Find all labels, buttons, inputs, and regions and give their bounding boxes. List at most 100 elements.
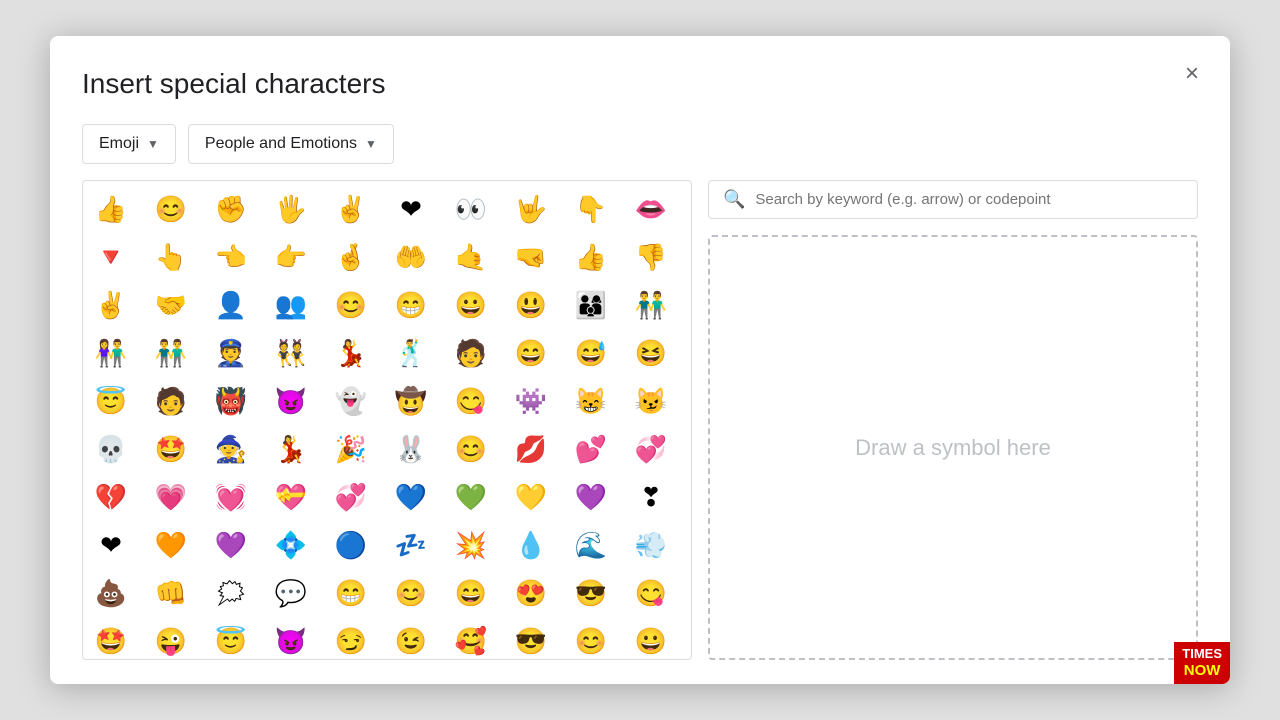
- subcategory-dropdown[interactable]: People and Emotions ▼: [188, 124, 394, 164]
- emoji-cell[interactable]: 😸: [567, 377, 615, 425]
- emoji-cell[interactable]: 😅: [567, 329, 615, 377]
- emoji-cell[interactable]: 👫: [87, 329, 135, 377]
- emoji-cell[interactable]: 👉: [267, 233, 315, 281]
- emoji-cell[interactable]: 🤩: [87, 617, 135, 659]
- emoji-cell[interactable]: 🤩: [147, 425, 195, 473]
- emoji-cell[interactable]: 💤: [387, 521, 435, 569]
- emoji-cell[interactable]: 💋: [507, 425, 555, 473]
- emoji-cell[interactable]: 💃: [327, 329, 375, 377]
- emoji-cell[interactable]: 💔: [87, 473, 135, 521]
- emoji-cell[interactable]: 💓: [207, 473, 255, 521]
- emoji-cell[interactable]: 😈: [267, 617, 315, 659]
- emoji-cell[interactable]: 💕: [567, 425, 615, 473]
- emoji-cell[interactable]: 🕺: [387, 329, 435, 377]
- emoji-grid-wrapper[interactable]: 👍😊✊🖐✌❤👀🤟👇👄🔻👆👈👉🤞🤲🤙🤜👍👎✌🤝👤👥😊😁😀😃👨‍👩‍👦👬👫👬👮👯💃🕺…: [83, 181, 691, 659]
- emoji-cell[interactable]: 🥰: [447, 617, 495, 659]
- emoji-cell[interactable]: 😋: [447, 377, 495, 425]
- emoji-cell[interactable]: 😈: [267, 377, 315, 425]
- emoji-cell[interactable]: 😊: [147, 185, 195, 233]
- emoji-cell[interactable]: 🤠: [387, 377, 435, 425]
- emoji-cell[interactable]: 👬: [147, 329, 195, 377]
- emoji-cell[interactable]: 👾: [507, 377, 555, 425]
- emoji-cell[interactable]: 🤲: [387, 233, 435, 281]
- emoji-cell[interactable]: 😁: [327, 569, 375, 617]
- emoji-cell[interactable]: 😋: [627, 569, 675, 617]
- emoji-cell[interactable]: 😊: [567, 617, 615, 659]
- emoji-cell[interactable]: 👍: [87, 185, 135, 233]
- emoji-cell[interactable]: 👻: [327, 377, 375, 425]
- emoji-cell[interactable]: 👥: [267, 281, 315, 329]
- emoji-cell[interactable]: 😍: [507, 569, 555, 617]
- emoji-cell[interactable]: 😎: [567, 569, 615, 617]
- emoji-cell[interactable]: 🌊: [567, 521, 615, 569]
- emoji-cell[interactable]: 😃: [507, 281, 555, 329]
- emoji-cell[interactable]: 💃: [267, 425, 315, 473]
- emoji-cell[interactable]: 👤: [207, 281, 255, 329]
- emoji-cell[interactable]: 🧡: [147, 521, 195, 569]
- emoji-cell[interactable]: 👍: [567, 233, 615, 281]
- emoji-cell[interactable]: 💠: [267, 521, 315, 569]
- emoji-cell[interactable]: 😏: [327, 617, 375, 659]
- emoji-cell[interactable]: ✊: [207, 185, 255, 233]
- emoji-cell[interactable]: 😉: [387, 617, 435, 659]
- emoji-cell[interactable]: 💚: [447, 473, 495, 521]
- emoji-cell[interactable]: 🤜: [507, 233, 555, 281]
- emoji-cell[interactable]: 🧑: [447, 329, 495, 377]
- emoji-cell[interactable]: 😼: [627, 377, 675, 425]
- emoji-cell[interactable]: 😁: [387, 281, 435, 329]
- emoji-cell[interactable]: 😇: [207, 617, 255, 659]
- emoji-cell[interactable]: 👹: [207, 377, 255, 425]
- emoji-cell[interactable]: 👇: [567, 185, 615, 233]
- emoji-cell[interactable]: 😜: [147, 617, 195, 659]
- emoji-cell[interactable]: 👄: [627, 185, 675, 233]
- emoji-cell[interactable]: 💞: [627, 425, 675, 473]
- emoji-cell[interactable]: 😎: [507, 617, 555, 659]
- emoji-cell[interactable]: 💗: [147, 473, 195, 521]
- emoji-cell[interactable]: 😊: [447, 425, 495, 473]
- emoji-cell[interactable]: 😊: [327, 281, 375, 329]
- emoji-cell[interactable]: 🔵: [327, 521, 375, 569]
- emoji-cell[interactable]: 👈: [207, 233, 255, 281]
- emoji-cell[interactable]: 😆: [627, 329, 675, 377]
- close-button[interactable]: ×: [1174, 56, 1210, 92]
- emoji-cell[interactable]: 🧙: [207, 425, 255, 473]
- emoji-cell[interactable]: 🤟: [507, 185, 555, 233]
- emoji-cell[interactable]: 😀: [447, 281, 495, 329]
- emoji-cell[interactable]: 👊: [147, 569, 195, 617]
- emoji-cell[interactable]: 🖐: [267, 185, 315, 233]
- emoji-cell[interactable]: 😄: [447, 569, 495, 617]
- emoji-cell[interactable]: 💞: [327, 473, 375, 521]
- emoji-cell[interactable]: 💬: [267, 569, 315, 617]
- emoji-cell[interactable]: 👮: [207, 329, 255, 377]
- emoji-cell[interactable]: ❣: [627, 473, 675, 521]
- emoji-cell[interactable]: 👀: [447, 185, 495, 233]
- emoji-cell[interactable]: 💀: [87, 425, 135, 473]
- emoji-cell[interactable]: 🔻: [87, 233, 135, 281]
- emoji-cell[interactable]: 🤙: [447, 233, 495, 281]
- emoji-cell[interactable]: 😀: [627, 617, 675, 659]
- emoji-cell[interactable]: 🤝: [147, 281, 195, 329]
- emoji-cell[interactable]: 💧: [507, 521, 555, 569]
- emoji-cell[interactable]: 💨: [627, 521, 675, 569]
- emoji-cell[interactable]: 🗯: [207, 569, 255, 617]
- emoji-cell[interactable]: 💙: [387, 473, 435, 521]
- emoji-cell[interactable]: 🐰: [387, 425, 435, 473]
- emoji-cell[interactable]: 🎉: [327, 425, 375, 473]
- search-input[interactable]: [755, 191, 1183, 208]
- emoji-cell[interactable]: ✌: [327, 185, 375, 233]
- emoji-cell[interactable]: 💝: [267, 473, 315, 521]
- emoji-cell[interactable]: 😄: [507, 329, 555, 377]
- emoji-cell[interactable]: 😊: [387, 569, 435, 617]
- emoji-cell[interactable]: 👯: [267, 329, 315, 377]
- emoji-cell[interactable]: 🧑: [147, 377, 195, 425]
- emoji-cell[interactable]: 👎: [627, 233, 675, 281]
- draw-area[interactable]: Draw a symbol here: [708, 235, 1198, 660]
- emoji-cell[interactable]: 👨‍👩‍👦: [567, 281, 615, 329]
- emoji-cell[interactable]: 💥: [447, 521, 495, 569]
- emoji-cell[interactable]: 😇: [87, 377, 135, 425]
- emoji-cell[interactable]: ✌: [87, 281, 135, 329]
- emoji-cell[interactable]: 👬: [627, 281, 675, 329]
- emoji-cell[interactable]: 💜: [207, 521, 255, 569]
- emoji-cell[interactable]: 🤞: [327, 233, 375, 281]
- emoji-cell[interactable]: ❤: [87, 521, 135, 569]
